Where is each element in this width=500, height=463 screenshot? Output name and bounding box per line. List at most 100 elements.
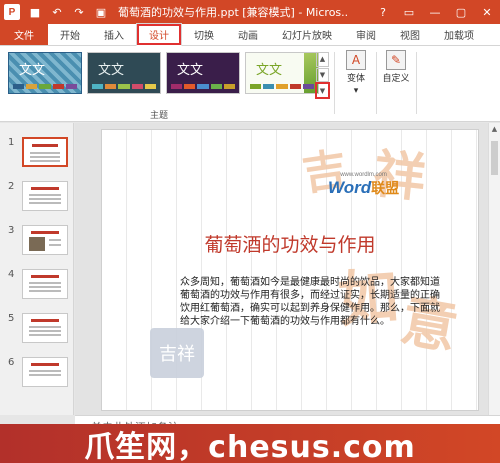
tab-animations[interactable]: 动画 xyxy=(226,23,270,45)
thumbnail-title xyxy=(31,275,59,278)
themes-gallery: 文文 文文 文文 文文 xyxy=(8,52,326,98)
undo-icon[interactable]: ↶ xyxy=(50,5,64,19)
title-bar: P ■ ↶ ↷ ▣ 葡萄酒的功效与作用.ppt [兼容模式] - Micros.… xyxy=(0,0,500,24)
slide-thumbnail[interactable] xyxy=(22,137,68,167)
close-button[interactable]: ✕ xyxy=(474,0,500,24)
slide-thumbnail[interactable] xyxy=(22,181,68,211)
slide-thumbnail-row[interactable]: 1 xyxy=(8,137,68,167)
save-icon[interactable]: ■ xyxy=(28,5,42,19)
thumbnail-title xyxy=(31,231,59,234)
gallery-down-icon[interactable]: ▼ xyxy=(316,67,329,83)
themes-group-label: 主题 xyxy=(150,111,169,121)
help-button[interactable]: ? xyxy=(370,0,396,24)
thumbnail-title xyxy=(31,363,59,366)
tab-file[interactable]: 文件 xyxy=(0,23,48,45)
thumbnail-line xyxy=(29,194,61,196)
tab-design[interactable]: 设计 xyxy=(136,23,182,46)
slide-thumbnail[interactable] xyxy=(22,357,68,387)
theme-sample-text: 文文 xyxy=(19,63,46,78)
slide-thumbnail-row[interactable]: 2 xyxy=(8,181,68,211)
customize-label: 自定义 xyxy=(382,74,410,84)
theme-thumbnail-3[interactable]: 文文 xyxy=(166,52,240,94)
thumbnail-line xyxy=(29,198,61,200)
thumbnail-line xyxy=(30,152,60,154)
ribbon-display-button[interactable]: ▭ xyxy=(396,0,422,24)
thumbnail-line xyxy=(30,156,60,158)
thumbnail-image xyxy=(29,237,45,251)
customize-icon: ✎ xyxy=(386,50,406,70)
chevron-down-icon: ▾ xyxy=(353,86,359,96)
variants-label: 变体 xyxy=(346,74,365,84)
minimize-button[interactable]: — xyxy=(422,0,448,24)
thumbnail-line xyxy=(49,239,61,241)
theme-sample-text: 文文 xyxy=(256,63,283,78)
thumbnail-line xyxy=(29,370,61,372)
variants-button[interactable]: A 变体 ▾ xyxy=(338,50,374,106)
thumbnail-line xyxy=(29,330,61,332)
start-slideshow-icon[interactable]: ▣ xyxy=(94,5,108,19)
powerpoint-logo-icon: P xyxy=(4,4,20,20)
group-separator xyxy=(376,52,377,114)
site-watermark-banner: 爪笙网，chesus.com xyxy=(0,424,500,463)
seal-stamp-image: 吉祥 xyxy=(150,328,204,378)
slide-number: 3 xyxy=(8,225,15,236)
thumbnail-line xyxy=(29,374,61,376)
variants-icon: A xyxy=(346,50,366,70)
quick-access-toolbar: P ■ ↶ ↷ ▣ xyxy=(0,4,108,20)
thumbnail-line xyxy=(29,334,61,336)
thumbnail-title xyxy=(32,144,58,147)
slides-panel: 1 2 3 4 5 6 xyxy=(0,123,74,415)
slide-editing-area: 吉 祥 如 意 www.wordlm.com Word联盟 葡萄酒的功效与作用 … xyxy=(75,123,488,415)
slide-thumbnail[interactable] xyxy=(22,313,68,343)
thumbnail-title xyxy=(31,319,59,322)
thumbnail-line xyxy=(29,282,61,284)
slide-number: 2 xyxy=(8,181,15,192)
theme-color-bar xyxy=(171,84,236,89)
document-title: 葡萄酒的功效与作用.ppt [兼容模式] - Micros... xyxy=(118,6,348,19)
group-separator xyxy=(334,52,335,114)
slide-thumbnail-row[interactable]: 3 xyxy=(8,225,68,255)
tab-slideshow[interactable]: 幻灯片放映 xyxy=(270,23,344,45)
thumbnail-line xyxy=(29,286,61,288)
slide-number: 5 xyxy=(8,313,15,324)
tab-home[interactable]: 开始 xyxy=(48,23,92,45)
thumbnail-line xyxy=(29,202,61,204)
scroll-up-icon[interactable]: ▲ xyxy=(489,123,500,135)
tab-transitions[interactable]: 切换 xyxy=(182,23,226,45)
customize-button[interactable]: ✎ 自定义 xyxy=(378,50,414,106)
slide-thumbnail[interactable] xyxy=(22,225,68,255)
tab-addins[interactable]: 加载项 xyxy=(432,23,486,45)
thumbnail-line xyxy=(29,290,61,292)
slide-number: 1 xyxy=(8,137,15,148)
slide-thumbnail-row[interactable]: 5 xyxy=(8,313,68,343)
thumbnail-line xyxy=(49,244,61,246)
vertical-scrollbar[interactable]: ▲ xyxy=(488,123,500,415)
slide-title[interactable]: 葡萄酒的功效与作用 xyxy=(102,230,478,257)
ribbon-tabs: 文件 开始 插入 设计 切换 动画 幻灯片放映 审阅 视图 加载项 xyxy=(0,23,500,46)
banner-text: 爪笙网，chesus.com xyxy=(84,429,416,463)
slide-number: 6 xyxy=(8,357,15,368)
maximize-button[interactable]: ▢ xyxy=(448,0,474,24)
tab-review[interactable]: 审阅 xyxy=(344,23,388,45)
slide-thumbnail[interactable] xyxy=(22,269,68,299)
gallery-up-icon[interactable]: ▲ xyxy=(316,52,329,67)
slide-thumbnail-row[interactable]: 6 xyxy=(8,357,68,387)
slide-body-text[interactable]: 众多周知，葡萄酒如今是最健康最时尚的饮品，大家都知道葡萄酒的功效与作用有很多，而… xyxy=(180,276,440,328)
thumbnail-title xyxy=(31,187,59,190)
theme-thumbnail-4[interactable]: 文文 xyxy=(245,52,319,94)
gallery-more-icon[interactable]: ▼ xyxy=(315,82,330,99)
theme-sample-text: 文文 xyxy=(98,63,125,78)
thumbnail-line xyxy=(30,160,60,162)
theme-thumbnail-2[interactable]: 文文 xyxy=(87,52,161,94)
theme-thumbnail-1[interactable]: 文文 xyxy=(8,52,82,94)
scroll-thumb[interactable] xyxy=(491,141,498,175)
tab-view[interactable]: 视图 xyxy=(388,23,432,45)
group-separator xyxy=(416,52,417,114)
slide-thumbnail-row[interactable]: 4 xyxy=(8,269,68,299)
theme-color-bar xyxy=(250,84,315,89)
window-controls: ? ▭ — ▢ ✕ xyxy=(370,0,500,24)
theme-color-bar xyxy=(13,84,78,89)
current-slide[interactable]: 吉 祥 如 意 www.wordlm.com Word联盟 葡萄酒的功效与作用 … xyxy=(101,129,479,411)
tab-insert[interactable]: 插入 xyxy=(92,23,136,45)
redo-icon[interactable]: ↷ xyxy=(72,5,86,19)
